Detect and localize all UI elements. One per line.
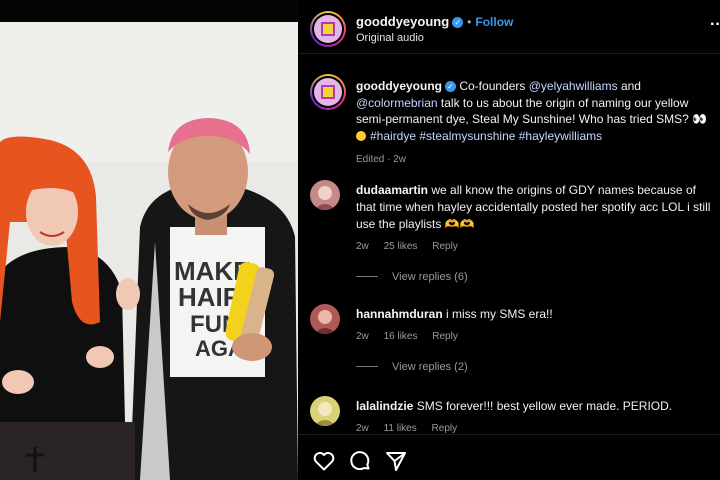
video-still-image: MAKE HAIR FUN AGA	[0, 22, 298, 480]
view-replies-label: View replies (6)	[392, 271, 468, 283]
verified-badge-icon: ✓	[452, 17, 464, 28]
comment-meta: 2w 16 likes Reply	[356, 328, 716, 345]
comment-likes[interactable]: 11 likes	[384, 423, 417, 434]
comment-likes[interactable]: 25 likes	[384, 241, 418, 252]
header-name-row: gooddyeyoung ✓ • Follow	[356, 13, 513, 31]
follow-button[interactable]: Follow	[475, 15, 513, 29]
comment-username[interactable]: lalalindzie	[356, 399, 413, 413]
comment-time: 2w	[356, 241, 369, 252]
post-panel: gooddyeyoung✓•Follow Original audio ··· …	[298, 0, 720, 480]
comment-button[interactable]	[348, 449, 372, 473]
comment-username[interactable]: dudaamartin	[356, 183, 428, 197]
comment-text: i miss my SMS era!!	[446, 307, 553, 321]
eyes-emoji: 👀	[692, 112, 708, 126]
caption-avatar[interactable]	[310, 74, 346, 110]
sun-emoji-icon	[356, 130, 366, 141]
comment-body: lalalindzie SMS forever!!! best yellow e…	[356, 398, 716, 437]
view-replies-label: View replies (2)	[392, 361, 468, 373]
comment-icon	[350, 451, 370, 471]
dot-separator: •	[467, 15, 472, 29]
comment-time: 2w	[356, 423, 369, 434]
caption-text: gooddyeyoung ✓ Co-founders @yelyahwilliam…	[356, 78, 720, 169]
post-media[interactable]: MAKE HAIR FUN AGA	[0, 0, 298, 480]
caption-username[interactable]: gooddyeyoung	[356, 79, 442, 93]
commenter-avatar[interactable]	[310, 180, 340, 210]
verified-badge-icon: ✓	[445, 81, 456, 92]
woman-top	[0, 247, 125, 422]
commenter-avatar[interactable]	[310, 304, 340, 334]
view-replies-button[interactable]: View replies (2)	[356, 361, 468, 373]
comment-body: dudaamartin we all know the origins of G…	[356, 182, 716, 255]
comment-body: hannahmduran i miss my SMS era!! 2w 16 l…	[356, 306, 716, 345]
mention-link[interactable]: @colormebrian	[356, 96, 438, 110]
brand-logo-icon	[321, 85, 335, 99]
video-frame[interactable]: MAKE HAIR FUN AGA	[0, 22, 298, 480]
heart-icon	[313, 452, 335, 471]
more-options-icon[interactable]: ···	[710, 16, 720, 34]
mention-link[interactable]: @yelyahwilliams	[529, 79, 618, 93]
replies-divider	[356, 366, 378, 367]
original-audio-link[interactable]: Original audio	[356, 32, 424, 44]
comment-likes[interactable]: 16 likes	[384, 331, 418, 342]
reply-button[interactable]: Reply	[432, 423, 458, 434]
comment-text: SMS forever!!! best yellow ever made. PE…	[416, 399, 673, 413]
replies-divider	[356, 276, 378, 277]
reply-button[interactable]: Reply	[432, 241, 458, 252]
author-avatar[interactable]	[310, 11, 346, 47]
like-button[interactable]	[312, 449, 336, 473]
comment-time: 2w	[356, 331, 369, 342]
post-header: gooddyeyoung✓•Follow Original audio ···	[298, 0, 720, 54]
hashtag-links[interactable]: #hairdye #stealmysunshine #hayleywilliam…	[370, 129, 602, 143]
comment-username[interactable]: hannahmduran	[356, 307, 443, 321]
reply-button[interactable]: Reply	[432, 331, 458, 342]
share-button[interactable]	[384, 449, 408, 473]
caption-meta: Edited · 2w	[356, 154, 407, 165]
brand-logo-icon	[321, 22, 335, 36]
comment-meta: 2w 25 likes Reply	[356, 238, 716, 255]
view-replies-button[interactable]: View replies (6)	[356, 271, 468, 283]
commenter-avatar[interactable]	[310, 396, 340, 426]
author-username[interactable]: gooddyeyoung	[356, 14, 449, 29]
share-icon	[386, 452, 406, 471]
post-action-bar	[298, 434, 720, 480]
caption-text-2: and	[620, 79, 641, 93]
caption-text-1: Co-founders	[459, 79, 526, 93]
